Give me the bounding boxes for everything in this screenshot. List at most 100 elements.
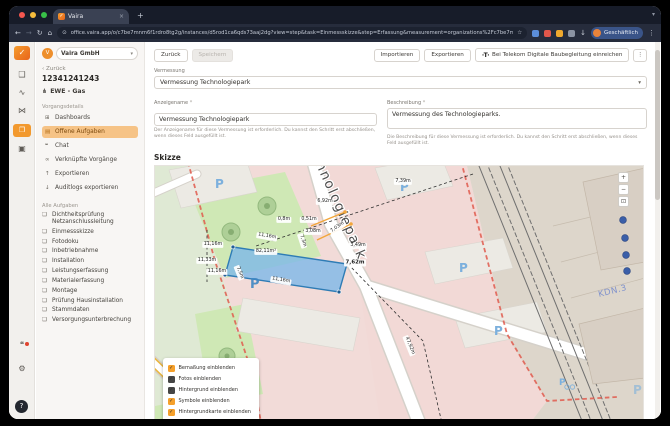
task-item[interactable]: ❏ Stammdaten (42, 307, 138, 314)
measurement-label: 6,92m (315, 198, 335, 206)
browser-tab[interactable]: ✓ Vaira × (53, 9, 129, 24)
app-content: ✓ ❑ ∿ ⋈ ❐ ▣ ❝ ⚙ ? V Vaira GmbH ▾ ‹ Zurüc… (9, 42, 661, 419)
home-icon[interactable]: ⌂ (48, 29, 52, 37)
sidebar-item-chat[interactable]: ❝ Chat (42, 140, 138, 152)
zoom-out-button[interactable]: − (618, 183, 629, 195)
import-button[interactable]: Importieren (373, 48, 421, 62)
legend-row[interactable]: ✓ Symbole einblenden (168, 396, 254, 407)
extension-icon[interactable] (568, 29, 576, 37)
activity-icon[interactable]: ∿ (9, 88, 35, 97)
browser-titlebar: ✓ Vaira × + ▾ (9, 6, 661, 24)
workflows-icon[interactable]: ⋈ (9, 106, 35, 115)
legend-row[interactable]: ✓ Hintergrundkarte einblenden (168, 407, 254, 418)
measurement-select[interactable]: Vermessung Technologiepark ▾ (154, 76, 647, 89)
name-field[interactable] (154, 113, 377, 126)
telekom-submit-button[interactable]: ·T· Bei Telekom Digitale Baubegleitung ei… (474, 48, 630, 62)
task-item[interactable]: ❏ Versorgungsunterbrechung (42, 317, 138, 324)
legend-row[interactable]: ✓ Bemaßung einblenden (168, 363, 254, 374)
notifications-icon[interactable]: ❝ (9, 340, 35, 349)
workflow-item[interactable]: ⋔ EWE - Gas (42, 88, 138, 95)
notification-badge (25, 342, 29, 346)
help-button[interactable]: ? (15, 400, 28, 413)
doc-icon: ❏ (42, 307, 47, 314)
sidebar-item-open-tasks[interactable]: ▤ Offene Aufgaben (42, 126, 138, 138)
extension-icon[interactable] (556, 29, 564, 37)
profile-label: Geschäftlich (604, 30, 638, 36)
legend-row[interactable]: ✓ Fotos einblenden (168, 374, 254, 385)
vaira-logo-icon[interactable]: ✓ (14, 46, 30, 60)
task-item[interactable]: ❏ Materialerfassung (42, 278, 138, 285)
close-tab-icon[interactable]: × (119, 13, 124, 20)
task-item[interactable]: ❏ Leistungserfassung (42, 268, 138, 275)
export-button[interactable]: Exportieren (424, 48, 471, 62)
chevron-down-icon: ▾ (130, 50, 133, 57)
main-scrollbar-thumb[interactable] (655, 50, 660, 200)
new-tab-button[interactable]: + (137, 11, 144, 20)
task-item[interactable]: ❏ Installation (42, 258, 138, 265)
sidebar-item-linked-processes[interactable]: ∞ Verknüpfte Vorgänge (42, 154, 138, 166)
sidebar: V Vaira GmbH ▾ ‹ Zurück 12341241243 ⋔ EW… (36, 42, 145, 419)
browser-menu-icon[interactable]: ⋮ (648, 29, 655, 37)
org-switcher[interactable]: Vaira GmbH ▾ (56, 47, 138, 60)
sketch-map[interactable]: Technologiepark P P P P P P P KDN.3 7,39… (154, 164, 644, 419)
task-item[interactable]: ❏ Prüfung Hausinstallation (42, 298, 138, 305)
task-item[interactable]: ❏ Dichtheitsprüfung Netzanschlussleitung (42, 212, 138, 225)
doc-icon: ❏ (42, 238, 47, 245)
doc-icon: ❏ (42, 287, 47, 294)
legend-row[interactable]: ✓ Hintergrund einblenden (168, 385, 254, 396)
zoom-window-button[interactable] (41, 12, 47, 18)
checkbox-checked[interactable]: ✓ (168, 365, 175, 372)
task-item[interactable]: ❏ Inbetriebnahme (42, 248, 138, 255)
doc-icon: ❏ (42, 258, 47, 265)
forward-nav-icon[interactable]: → (26, 29, 32, 37)
contacts-icon[interactable]: ▣ (9, 144, 35, 153)
extension-icon[interactable] (544, 29, 552, 37)
browser-profile-chip[interactable]: Geschäftlich (591, 27, 643, 39)
description-help-text: Die Beschreibung für diese Vermessung is… (387, 135, 638, 146)
measurement-label: 0,51m (299, 216, 319, 224)
address-bar[interactable]: ⊙ office.vaira.app/o/c7be7mnm6f1rdro8tg2… (57, 27, 528, 39)
doc-icon: ❏ (42, 297, 47, 304)
task-item[interactable]: ❏ Montage (42, 288, 138, 295)
projects-icon[interactable]: ❑ (9, 70, 35, 79)
vaira-favicon-icon: ✓ (58, 13, 65, 20)
extension-icon[interactable] (532, 29, 540, 37)
description-field[interactable]: Vermessung des Technologieparks. (387, 108, 647, 129)
task-item[interactable]: ❏ Fotodoku (42, 239, 138, 246)
task-item[interactable]: ❏ Einmessskizze (42, 229, 138, 236)
tab-search-icon[interactable]: ▾ (652, 11, 655, 18)
checkbox-checked[interactable]: ✓ (168, 387, 175, 394)
sidebar-item-dashboards[interactable]: ⊞ Dashboards (42, 112, 138, 124)
telekom-icon: ·T· (481, 51, 490, 59)
parking-icon-polygon: P (250, 277, 260, 292)
org-avatar: V (42, 48, 53, 59)
browser-window: ✓ Vaira × + ▾ ← → ↻ ⌂ ⊙ office.vaira.app… (9, 6, 661, 419)
processes-icon-active[interactable]: ❐ (13, 124, 31, 137)
save-button[interactable]: Speichern (191, 48, 234, 62)
doc-icon: ❏ (42, 317, 47, 324)
close-window-button[interactable] (19, 12, 25, 18)
checkbox-checked[interactable]: ✓ (168, 409, 175, 416)
zoom-in-button[interactable]: + (618, 171, 629, 183)
fit-bounds-button[interactable]: ⊡ (618, 195, 629, 207)
downloads-icon[interactable]: ↓ (580, 29, 586, 37)
back-nav-icon[interactable]: ← (15, 29, 21, 37)
minimize-window-button[interactable] (30, 12, 36, 18)
sidebar-item-auditlogs[interactable]: ↓ Auditlogs exportieren (42, 182, 138, 194)
sidebar-item-export[interactable]: ↑ Exportieren (42, 168, 138, 180)
parking-icon: P (459, 261, 468, 275)
settings-gear-icon[interactable]: ⚙ (9, 364, 35, 373)
bookmark-star-icon[interactable]: ☆ (517, 30, 522, 36)
measurement-label: 7,39m (393, 178, 413, 186)
window-controls (19, 12, 47, 18)
site-info-icon[interactable]: ⊙ (62, 30, 67, 36)
checkbox-checked[interactable]: ✓ (168, 398, 175, 405)
more-menu-button[interactable]: ⋮ (633, 48, 647, 62)
link-icon: ∞ (45, 157, 50, 163)
reload-icon[interactable]: ↻ (37, 29, 43, 37)
checkbox-checked[interactable]: ✓ (168, 376, 175, 383)
back-button[interactable]: Zurück (154, 48, 188, 62)
doc-icon: ❏ (42, 277, 47, 284)
back-link[interactable]: ‹ Zurück (42, 66, 138, 72)
url-text[interactable]: office.vaira.app/o/c7be7mnm6f1rdro8tg2g/… (71, 30, 514, 36)
